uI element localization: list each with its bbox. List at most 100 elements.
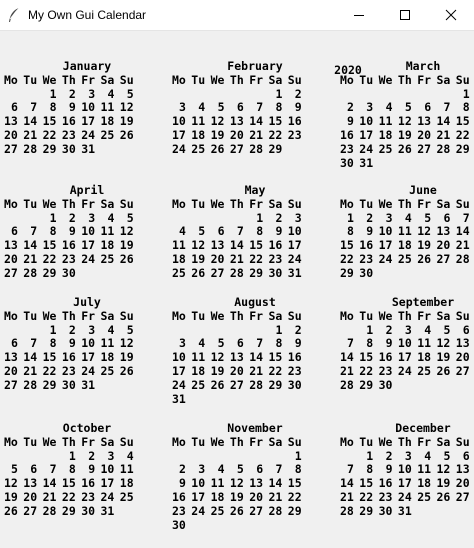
day-cell: 30	[378, 377, 393, 392]
weekday-label: Su	[119, 434, 134, 449]
day-cell: 20	[229, 364, 244, 378]
month-title: March	[405, 59, 441, 73]
close-button[interactable]	[428, 0, 474, 30]
day-cell: 17	[191, 490, 206, 504]
day-cell: 19	[4, 490, 18, 504]
weekday-label: Tu	[359, 72, 374, 87]
day-cell: 13	[4, 114, 18, 129]
weekday-label: Sa	[436, 196, 451, 211]
day-cell: 10	[397, 336, 412, 351]
day-cell: 7	[275, 462, 283, 477]
day-cell: 4	[107, 86, 115, 101]
day-cell: 3	[385, 210, 393, 225]
month-title: August	[234, 295, 276, 309]
day-cell: 14	[455, 224, 470, 239]
day-cell: 12	[397, 114, 412, 129]
day-cell: 28	[268, 503, 283, 518]
day-cell: 27	[229, 141, 244, 156]
day-cell: 8	[49, 224, 57, 239]
day-cell: 22	[42, 252, 57, 266]
day-cell: 29	[249, 265, 264, 280]
day-cell: 6	[217, 224, 225, 239]
day-cell: 19	[119, 114, 134, 129]
day-cell: 18	[191, 364, 206, 378]
day-cell: 18	[378, 128, 393, 142]
day-cell: 5	[198, 224, 206, 239]
day-cell: 24	[397, 490, 412, 504]
day-cell: 31	[397, 503, 412, 518]
day-cell: 2	[347, 100, 354, 115]
day-cell: 3	[366, 100, 374, 115]
day-cell: 31	[287, 265, 302, 280]
day-cell: 21	[229, 252, 244, 266]
day-cell: 24	[172, 141, 186, 156]
day-cell: 28	[249, 141, 264, 156]
day-cell: 4	[179, 224, 186, 239]
day-cell: 30	[340, 155, 354, 170]
day-cell: 28	[340, 503, 354, 518]
day-cell: 9	[294, 100, 302, 115]
day-cell: 19	[436, 350, 451, 365]
day-cell: 6	[424, 100, 432, 115]
day-cell: 29	[61, 503, 76, 518]
day-cell: 5	[126, 86, 134, 101]
day-cell: 15	[61, 476, 76, 491]
day-cell: 19	[397, 128, 412, 142]
day-cell: 13	[417, 114, 432, 129]
day-cell: 14	[249, 114, 264, 129]
day-cell: 29	[455, 141, 470, 156]
day-cell: 2	[385, 448, 393, 463]
day-cell: 23	[61, 252, 76, 266]
weekday-label: Tu	[23, 308, 38, 323]
weekday-label: Fr	[249, 72, 264, 87]
weekday-label: Tu	[23, 196, 38, 211]
day-cell: 15	[359, 476, 374, 491]
day-cell: 7	[256, 336, 264, 351]
day-cell: 4	[198, 100, 206, 115]
day-cell: 24	[359, 141, 374, 156]
weekday-label: Th	[229, 72, 244, 87]
day-cell: 10	[287, 224, 302, 239]
weekday-label: Sa	[100, 308, 115, 323]
day-cell: 30	[61, 141, 76, 156]
day-cell: 9	[68, 224, 76, 239]
day-cell: 2	[294, 322, 302, 337]
day-cell: 27	[23, 503, 38, 518]
day-cell: 25	[119, 490, 134, 504]
day-cell: 29	[287, 503, 302, 518]
weekday-label: Sa	[268, 308, 283, 323]
day-cell: 15	[42, 114, 57, 129]
maximize-button[interactable]	[382, 0, 428, 30]
weekday-label: Su	[287, 196, 302, 211]
day-cell: 11	[417, 336, 432, 351]
day-cell: 26	[229, 503, 244, 518]
day-cell: 11	[397, 224, 412, 239]
title-bar[interactable]: My Own Gui Calendar	[0, 0, 474, 31]
weekday-label: Th	[397, 434, 412, 449]
day-cell: 22	[268, 364, 283, 378]
day-cell: 17	[397, 350, 412, 365]
day-cell: 8	[256, 224, 264, 239]
day-cell: 7	[49, 462, 57, 477]
day-cell: 17	[81, 238, 96, 253]
day-cell: 14	[340, 476, 354, 491]
day-cell: 5	[443, 322, 451, 337]
day-cell: 17	[359, 128, 374, 142]
day-cell: 31	[172, 391, 186, 406]
day-cell: 24	[100, 490, 115, 504]
day-cell: 13	[23, 476, 38, 491]
day-cell: 3	[294, 210, 302, 225]
month-title: October	[62, 421, 112, 435]
day-cell: 26	[191, 265, 206, 280]
weekday-label: Mo	[340, 196, 354, 211]
day-cell: 6	[30, 462, 38, 477]
weekday-label: Tu	[23, 72, 38, 87]
weekday-label: We	[42, 308, 57, 323]
day-cell: 12	[119, 336, 134, 351]
day-cell: 11	[100, 100, 115, 115]
minimize-button[interactable]	[336, 0, 382, 30]
weekday-label: Tu	[191, 308, 206, 323]
day-cell: 1	[294, 448, 302, 463]
day-cell: 10	[172, 350, 186, 365]
window-title: My Own Gui Calendar	[28, 8, 147, 22]
